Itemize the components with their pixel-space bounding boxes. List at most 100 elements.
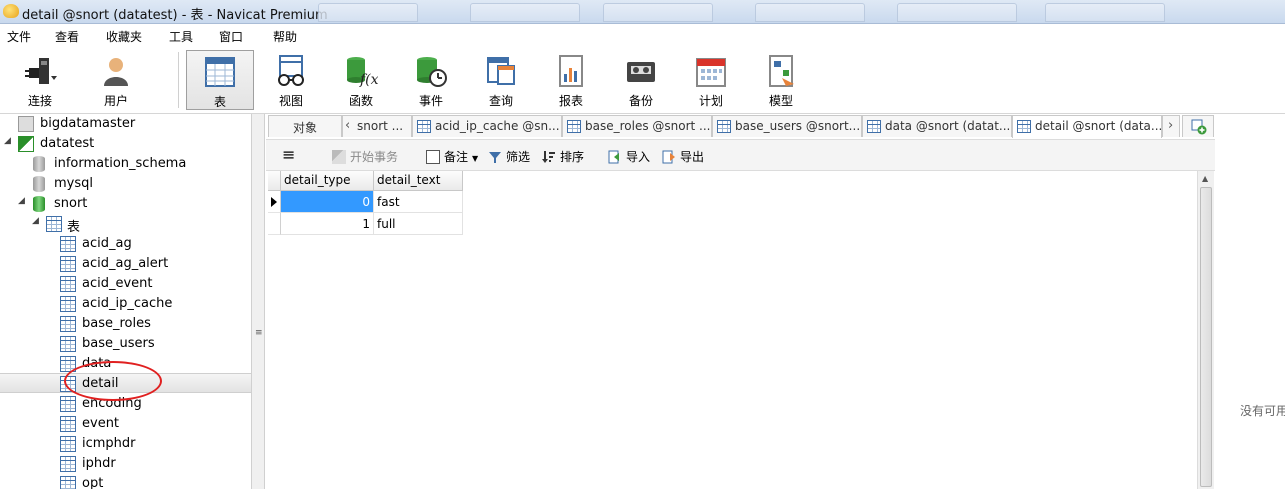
tree-item-table[interactable]: opt [0, 474, 251, 489]
query-button[interactable]: 查询 [467, 50, 535, 110]
tab-base-users[interactable]: base_users @snort... [712, 115, 862, 137]
tab-objects[interactable]: 对象 [268, 115, 342, 137]
collapse-arrow-icon[interactable]: ◢ [32, 217, 41, 226]
view-glasses-icon [278, 55, 304, 86]
menu-help[interactable]: 帮助 [273, 28, 297, 45]
tree-item-table[interactable]: acid_ag_alert [0, 254, 251, 274]
begin-transaction-label: 开始事务 [350, 150, 399, 164]
scrollbar-thumb[interactable] [1200, 187, 1212, 487]
scroll-up-icon[interactable]: ▲ [1202, 174, 1208, 183]
data-grid: detail_type detail_text 0 fast 1 full [268, 171, 1197, 489]
tree-item-label: acid_ip_cache [82, 296, 173, 311]
table-cell[interactable]: full [374, 213, 463, 235]
background-browser-tab [755, 3, 865, 22]
tree-item-table[interactable]: acid_ip_cache [0, 294, 251, 314]
connect-button[interactable]: 连接 [6, 50, 74, 110]
tree-item-label: opt [82, 476, 104, 489]
menu-tools[interactable]: 工具 [169, 28, 193, 45]
tab-base-roles[interactable]: base_roles @snort ... [562, 115, 712, 137]
tab-scroll-right-button[interactable]: › [1162, 115, 1180, 137]
filter-funnel-icon [489, 152, 501, 163]
row-indicator[interactable] [268, 213, 281, 235]
grid-toolbar: ≡ 开始事务 备注 ▼ 筛选 排序 导入 导出 [266, 139, 1215, 171]
table-button[interactable]: 表 [186, 50, 254, 110]
panel-splitter[interactable]: ≡ [251, 114, 265, 489]
table-icon [717, 120, 731, 133]
collapse-arrow-icon[interactable]: ◢ [18, 197, 27, 206]
backup-button[interactable]: 备份 [607, 50, 675, 110]
tree-item-table[interactable]: base_users [0, 334, 251, 354]
tab-detail-active[interactable]: detail @snort (data... [1012, 115, 1162, 138]
tree-item-datatest[interactable]: ◢ datatest [0, 134, 251, 154]
tree-item-table[interactable]: base_roles [0, 314, 251, 334]
tab-label: detail @snort (data... [1035, 119, 1162, 133]
sort-button[interactable]: 排序 [542, 148, 584, 165]
background-browser-tab [1045, 3, 1165, 22]
tab-data[interactable]: data @snort (datat... [862, 115, 1012, 137]
report-label: 报表 [558, 94, 583, 108]
schedule-button[interactable]: 计划 [677, 50, 745, 110]
table-icon [60, 296, 76, 312]
menu-window[interactable]: 窗口 [219, 28, 243, 45]
tree-item-table[interactable]: acid_ag [0, 234, 251, 254]
model-button[interactable]: 模型 [747, 50, 815, 110]
tree-item-tables-folder[interactable]: ◢ 表 [0, 214, 251, 235]
import-icon [608, 150, 619, 164]
menu-icon[interactable]: ≡ [282, 145, 295, 164]
view-button[interactable]: 视图 [257, 50, 325, 110]
tree-item-table[interactable]: icmphdr [0, 434, 251, 454]
table-icon [205, 57, 235, 87]
vertical-scrollbar[interactable]: ▲ [1197, 171, 1214, 489]
tree-item-information-schema[interactable]: information_schema [0, 154, 251, 174]
table-icon [417, 120, 431, 133]
tree-item-table[interactable]: acid_event [0, 274, 251, 294]
function-icon: f(x) [347, 57, 378, 88]
user-button[interactable]: 用户 [82, 50, 150, 110]
tree-item-label: icmphdr [82, 436, 136, 451]
table-icon [60, 436, 76, 452]
filter-button[interactable]: 筛选 [488, 148, 530, 165]
side-panel-text: 没有可用 [1240, 404, 1285, 418]
toolbar-separator [178, 52, 179, 108]
scroll-left-icon[interactable]: ‹ [345, 118, 350, 133]
tree-item-label: information_schema [54, 156, 187, 171]
tree-item-label: datatest [40, 136, 95, 151]
model-label: 模型 [768, 94, 793, 108]
tree-item-bigdatamaster[interactable]: bigdatamaster [0, 114, 251, 134]
connection-tree: bigdatamaster ◢ datatest information_sch… [0, 114, 251, 489]
tree-item-label: acid_ag [82, 236, 132, 251]
collapse-arrow-icon[interactable]: ◢ [4, 137, 13, 146]
export-button[interactable]: 导出 [662, 148, 704, 165]
menu-file[interactable]: 文件 [7, 28, 31, 45]
user-label: 用户 [103, 94, 128, 108]
table-cell[interactable]: 0 [281, 191, 374, 213]
report-button[interactable]: 报表 [537, 50, 605, 110]
import-button[interactable]: 导入 [608, 148, 650, 165]
tree-item-table[interactable]: event [0, 414, 251, 434]
begin-transaction-button[interactable]: 开始事务 [332, 148, 398, 165]
menu-favorites[interactable]: 收藏夹 [106, 28, 142, 45]
table-cell[interactable]: 1 [281, 213, 374, 235]
table-icon [60, 256, 76, 272]
column-header-detail-text[interactable]: detail_text [374, 171, 463, 191]
tree-item-mysql[interactable]: mysql [0, 174, 251, 194]
event-clock-icon [417, 57, 447, 87]
column-header-detail-type[interactable]: detail_type [281, 171, 374, 191]
tab-bar: 对象 ‹ snort ... acid_ip_cache @sn... base… [266, 114, 1285, 138]
function-button[interactable]: f(x) 函数 [327, 50, 395, 110]
menu-view[interactable]: 查看 [55, 28, 79, 45]
tab-snort[interactable]: ‹ snort ... [342, 115, 412, 137]
tab-acid-ip-cache[interactable]: acid_ip_cache @sn... [412, 115, 562, 137]
memo-button[interactable]: 备注 ▼ [426, 148, 478, 165]
row-indicator[interactable] [268, 191, 281, 213]
event-button[interactable]: 事件 [397, 50, 465, 110]
table-icon [60, 456, 76, 472]
transaction-icon [332, 150, 346, 164]
navicat-app-icon [3, 4, 19, 18]
table-cell[interactable]: fast [374, 191, 463, 213]
tree-item-table[interactable]: iphdr [0, 454, 251, 474]
table-icon [60, 416, 76, 432]
tree-item-snort[interactable]: ◢ snort [0, 194, 251, 214]
scroll-right-icon: › [1168, 118, 1174, 133]
new-tab-button[interactable] [1182, 115, 1214, 137]
